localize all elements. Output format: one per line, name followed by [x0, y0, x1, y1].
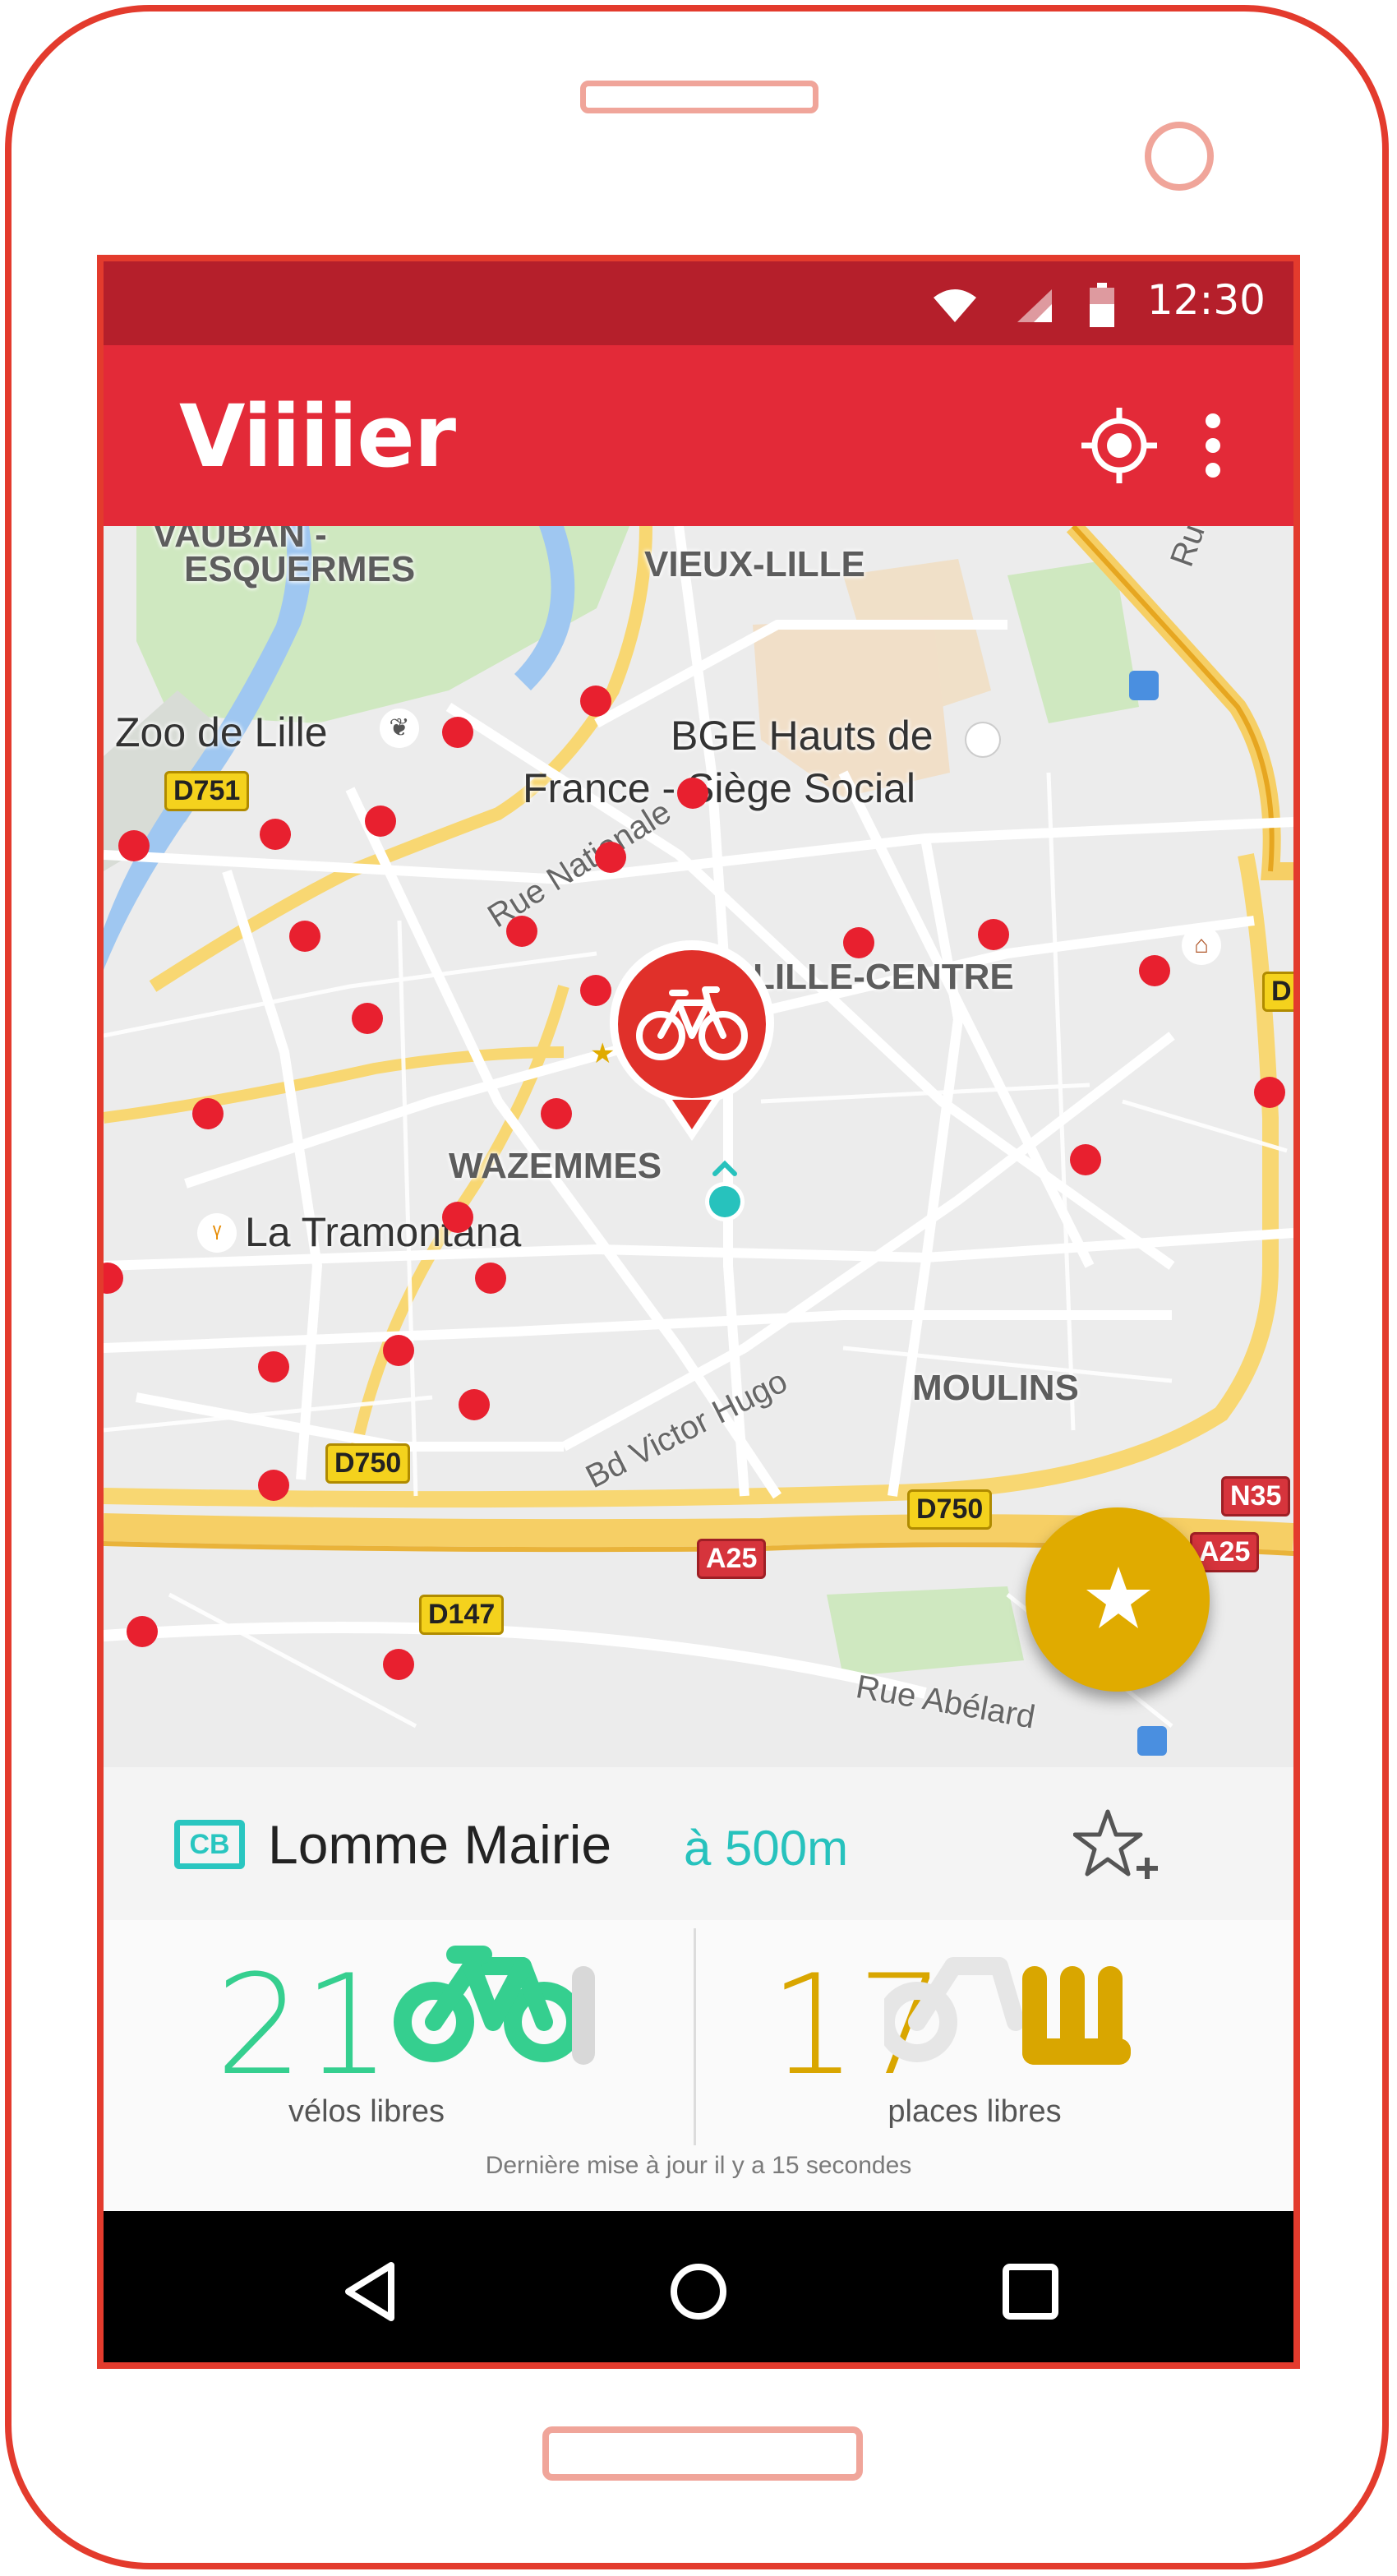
favorites-fab[interactable] [1026, 1507, 1210, 1692]
station-dot[interactable] [475, 1263, 506, 1294]
station-dot[interactable] [677, 778, 708, 809]
bikes-count: 21 [215, 1945, 391, 2106]
star-add-icon[interactable] [1072, 1808, 1164, 1886]
poi-icon [966, 723, 999, 756]
station-dot[interactable] [352, 1003, 383, 1034]
station-dot[interactable] [118, 830, 150, 861]
dock-icon [877, 1941, 1131, 2069]
signal-icon [1014, 288, 1054, 328]
last-updated: Dernière mise à jour il y a 15 secondes [485, 2152, 912, 2179]
paw-icon: ❦ [380, 709, 419, 748]
phone-home-button [542, 2426, 863, 2481]
more-vert-icon[interactable] [1203, 411, 1223, 484]
road-shield: D147 [419, 1595, 505, 1635]
station-dot[interactable] [383, 1649, 414, 1680]
station-header: CB Lomme Mairie à 500m [104, 1767, 1293, 1920]
app-logo: Viiiier [179, 386, 456, 487]
nav-bar [104, 2211, 1293, 2362]
station-panel: CB Lomme Mairie à 500m 21 vélos libres 1… [104, 1767, 1293, 2211]
station-distance: à 500m [684, 1821, 849, 1876]
station-dot[interactable] [1254, 1077, 1285, 1108]
station-dot[interactable] [260, 819, 291, 850]
map-label: VIEUX-LILLE [644, 544, 865, 584]
recents-icon[interactable] [1003, 2264, 1058, 2324]
station-dot[interactable] [383, 1335, 414, 1366]
map-label: La Tramontana [245, 1209, 522, 1255]
bike-icon [391, 1941, 613, 2069]
wifi-icon [932, 288, 978, 328]
station-dot[interactable] [258, 1351, 289, 1383]
station-dot[interactable] [258, 1470, 289, 1501]
station-dot[interactable] [978, 919, 1009, 950]
station-dot[interactable] [365, 806, 396, 837]
restaurant-icon: ᵞ [197, 1213, 237, 1253]
status-bar: 12:30 [104, 261, 1293, 345]
map-label: MOULINS [912, 1368, 1079, 1408]
station-dot[interactable] [442, 717, 473, 748]
small-star-marker: ★ [590, 1038, 616, 1069]
station-dot[interactable] [506, 916, 537, 947]
bikes-label: vélos libres [288, 2094, 445, 2129]
map-label: ESQUERMES [184, 549, 416, 589]
station-dot[interactable] [843, 927, 874, 958]
road-shield: D750 [325, 1443, 411, 1484]
station-dot[interactable] [127, 1616, 158, 1647]
locate-icon[interactable] [1080, 406, 1159, 489]
road-shield: D750 [907, 1489, 993, 1530]
station-dot[interactable] [192, 1098, 224, 1129]
road-shield: A25 [697, 1539, 767, 1579]
home-icon[interactable] [669, 2262, 728, 2325]
road-shield: D751 [164, 771, 250, 811]
road-shield: D [1262, 972, 1293, 1012]
map-label: WAZEMMES [449, 1146, 662, 1186]
app-bar: Viiiier [104, 345, 1293, 526]
map-label: LILLE-CENTRE [753, 957, 1014, 997]
station-name: Lomme Mairie [268, 1814, 612, 1875]
phone-camera [1145, 122, 1214, 191]
star-icon [1085, 1565, 1152, 1635]
cb-badge: CB [174, 1820, 245, 1869]
status-time: 12:30 [1146, 276, 1266, 324]
map-label: BGE Hauts de [671, 713, 934, 759]
bikes-available: 21 vélos libres [104, 1920, 694, 2144]
station-dot[interactable] [541, 1098, 572, 1129]
station-dot[interactable] [442, 1202, 473, 1233]
transit-icon [1129, 671, 1159, 700]
station-dot[interactable] [459, 1389, 490, 1420]
station-dot[interactable] [595, 842, 626, 873]
transit-icon [1137, 1726, 1167, 1756]
station-dot[interactable] [1139, 955, 1170, 986]
battery-icon [1090, 283, 1114, 331]
road-shield: N35 [1221, 1476, 1291, 1517]
places-label: places libres [888, 2094, 1062, 2129]
map-label: Zoo de Lille [115, 709, 328, 755]
app-screen: 12:30 Viiiier VAUBAN - ESQUERMES VIEUX-L… [97, 255, 1300, 2369]
station-dot[interactable] [1070, 1144, 1101, 1175]
station-dot[interactable] [289, 921, 320, 952]
monument-icon: ⌂ [1182, 926, 1221, 965]
places-available: 17 places libres [695, 1920, 1293, 2144]
station-dot[interactable] [580, 686, 611, 717]
phone-speaker [580, 81, 818, 113]
back-icon[interactable] [342, 2260, 399, 2327]
map-label: France - Siège Social [523, 765, 916, 811]
